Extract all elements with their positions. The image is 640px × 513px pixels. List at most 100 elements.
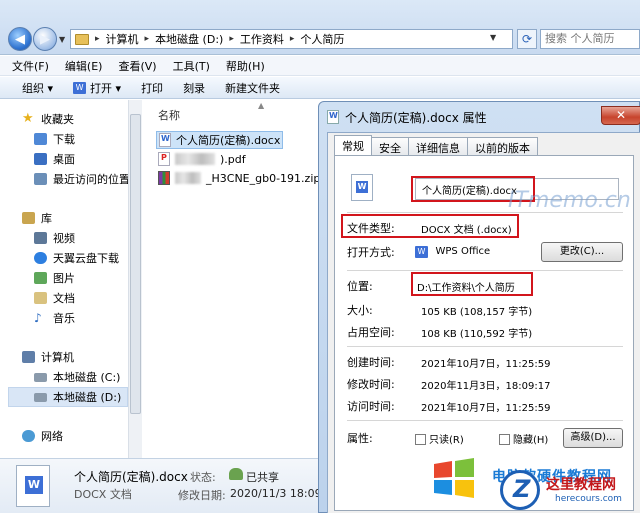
open-with-value: WPS Office bbox=[435, 246, 491, 257]
hidden-checkbox[interactable]: 隐藏(H) bbox=[499, 431, 548, 446]
wps-icon: W bbox=[73, 81, 87, 94]
divider bbox=[347, 270, 623, 271]
itmemo-watermark: ITmemo.cn bbox=[508, 188, 631, 213]
print-button[interactable]: 打印 bbox=[131, 80, 173, 96]
details-modified-value: 2020/11/3 18:09 bbox=[230, 487, 322, 500]
chevron-right-icon[interactable]: ▸ bbox=[95, 34, 100, 44]
nav-label: 音乐 bbox=[53, 312, 75, 325]
nav-music[interactable]: ♪ 音乐 bbox=[34, 309, 75, 327]
menu-file[interactable]: 文件(F) bbox=[0, 58, 57, 74]
menu-edit[interactable]: 编辑(E) bbox=[57, 58, 111, 74]
tab-security[interactable]: 安全 bbox=[371, 137, 409, 156]
nav-label: 计算机 bbox=[41, 351, 74, 364]
breadcrumb-work[interactable]: 工作资料 bbox=[240, 31, 284, 47]
open-label: 打开 ▾ bbox=[90, 81, 122, 95]
archive-icon bbox=[158, 171, 170, 185]
file-name: _H3CNE_gb0-191.zip bbox=[206, 171, 321, 185]
nav-recent[interactable]: 最近访问的位置 bbox=[34, 170, 130, 188]
address-bar[interactable]: ▸ 计算机 ▸ 本地磁盘 (D:) ▸ 工作资料 ▸ 个人简历 bbox=[70, 29, 513, 49]
brand-url: herecours.com bbox=[555, 494, 622, 504]
wps-document-icon bbox=[16, 465, 50, 507]
scrollbar-thumb[interactable] bbox=[130, 114, 141, 414]
file-row-zip[interactable]: _H3CNE_gb0-191.zip bbox=[158, 169, 320, 187]
nav-label: 图片 bbox=[53, 272, 75, 285]
file-name: ).pdf bbox=[220, 152, 246, 166]
file-row-pdf[interactable]: ).pdf bbox=[158, 150, 246, 168]
checkbox-icon bbox=[499, 434, 510, 445]
type-label: 文件类型: bbox=[347, 222, 395, 235]
nav-label: 库 bbox=[41, 212, 52, 225]
search-input[interactable]: 搜索 个人简历 bbox=[540, 29, 640, 49]
hidden-label: 隐藏(H) bbox=[513, 435, 549, 446]
chevron-right-icon[interactable]: ▸ bbox=[145, 34, 150, 44]
details-file-name: 个人简历(定稿).docx bbox=[74, 470, 188, 484]
breadcrumb-disk-d[interactable]: 本地磁盘 (D:) bbox=[155, 31, 223, 47]
address-dropdown-icon[interactable]: ▼ bbox=[490, 33, 496, 42]
forward-button[interactable]: ▶ bbox=[33, 27, 57, 51]
brand-name: 这里教程网 bbox=[546, 477, 616, 493]
chevron-right-icon[interactable]: ▸ bbox=[229, 34, 234, 44]
breadcrumb-computer[interactable]: 计算机 bbox=[106, 31, 139, 47]
nav-disk-c[interactable]: 本地磁盘 (C:) bbox=[34, 368, 120, 386]
disk-size-label: 占用空间: bbox=[347, 326, 395, 339]
wps-document-icon bbox=[351, 174, 373, 201]
nav-documents[interactable]: 文档 bbox=[34, 289, 75, 307]
desktop-icon bbox=[34, 153, 47, 165]
back-button[interactable]: ◀ bbox=[8, 27, 32, 51]
checkbox-icon bbox=[415, 434, 426, 445]
pdf-icon bbox=[158, 152, 170, 166]
readonly-label: 只读(R) bbox=[429, 435, 464, 446]
breadcrumb-resume[interactable]: 个人简历 bbox=[300, 31, 344, 47]
tab-details[interactable]: 详细信息 bbox=[408, 137, 468, 156]
nav-label: 视频 bbox=[53, 232, 75, 245]
sort-up-icon: ▲ bbox=[258, 101, 265, 110]
new-folder-button[interactable]: 新建文件夹 bbox=[215, 80, 290, 96]
nav-label: 本地磁盘 (D:) bbox=[53, 391, 122, 404]
tab-general[interactable]: 常规 bbox=[334, 135, 372, 156]
video-icon bbox=[34, 232, 47, 244]
nav-tianyi[interactable]: 天翼云盘下载 bbox=[34, 249, 119, 267]
open-with-app: W WPS Office bbox=[415, 244, 490, 258]
close-button[interactable]: ✕ bbox=[601, 106, 640, 125]
properties-dialog: 个人简历(定稿).docx 属性 ✕ 常规 安全 详细信息 以前的版本 个人简历… bbox=[318, 101, 640, 513]
file-list: ▲ 名称 个人简历(定稿).docx ).pdf _H3CNE_gb0-191.… bbox=[146, 100, 320, 458]
documents-icon bbox=[34, 292, 47, 304]
organize-button[interactable]: 组织 ▾ bbox=[0, 80, 63, 96]
refresh-button[interactable]: ⟳ bbox=[517, 29, 537, 49]
readonly-checkbox[interactable]: 只读(R) bbox=[415, 431, 464, 446]
change-button[interactable]: 更改(C)... bbox=[541, 242, 623, 262]
drive-icon bbox=[34, 372, 47, 382]
disk-size-value: 108 KB (110,592 字节) bbox=[421, 329, 533, 340]
nav-disk-d[interactable]: 本地磁盘 (D:) bbox=[34, 388, 121, 406]
pictures-icon bbox=[34, 272, 47, 284]
open-button[interactable]: W 打开 ▾ bbox=[63, 80, 131, 96]
nav-computer[interactable]: 计算机 bbox=[22, 348, 74, 366]
advanced-button[interactable]: 高级(D)... bbox=[563, 428, 623, 448]
drive-icon bbox=[34, 392, 47, 402]
nav-pictures[interactable]: 图片 bbox=[34, 269, 75, 287]
library-icon bbox=[22, 212, 35, 224]
menu-tools[interactable]: 工具(T) bbox=[165, 58, 218, 74]
size-label: 大小: bbox=[347, 304, 373, 317]
nav-desktop[interactable]: 桌面 bbox=[34, 150, 75, 168]
nav-libraries[interactable]: 库 bbox=[22, 209, 52, 227]
menu-help[interactable]: 帮助(H) bbox=[218, 58, 273, 74]
file-row-docx[interactable]: 个人简历(定稿).docx bbox=[156, 131, 284, 149]
nav-network[interactable]: 网络 bbox=[22, 427, 63, 445]
nav-downloads[interactable]: 下载 bbox=[34, 130, 75, 148]
column-header-name[interactable]: 名称 bbox=[158, 107, 180, 123]
menu-view[interactable]: 查看(V) bbox=[110, 58, 164, 74]
brand-logo-icon bbox=[500, 470, 540, 510]
file-name: 个人简历(定稿).docx bbox=[176, 134, 281, 147]
shared-icon bbox=[229, 468, 243, 480]
burn-button[interactable]: 刻录 bbox=[173, 80, 215, 96]
history-dropdown-icon[interactable]: ▼ bbox=[59, 35, 65, 44]
chevron-right-icon[interactable]: ▸ bbox=[290, 34, 295, 44]
nav-favorites[interactable]: ★ 收藏夹 bbox=[22, 110, 74, 128]
computer-icon bbox=[22, 351, 35, 363]
nav-videos[interactable]: 视频 bbox=[34, 229, 75, 247]
modified-value: 2020年11月3日，18:09:17 bbox=[421, 381, 551, 392]
tab-previous-versions[interactable]: 以前的版本 bbox=[467, 137, 538, 156]
nav-scrollbar[interactable] bbox=[128, 100, 142, 458]
accessed-value: 2021年10月7日，11:25:59 bbox=[421, 403, 551, 414]
